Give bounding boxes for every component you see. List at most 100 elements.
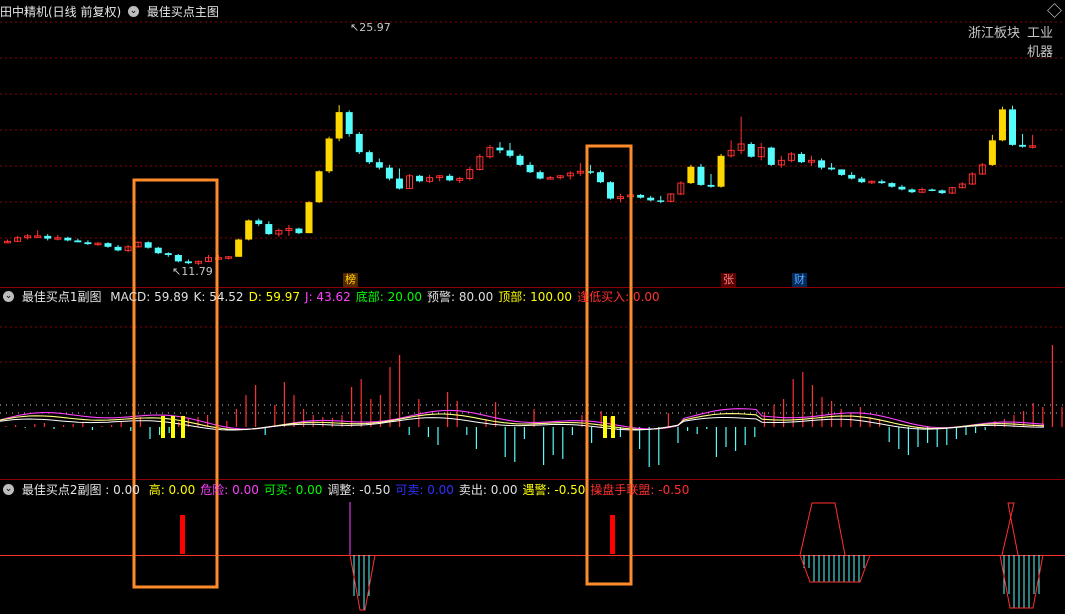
candle-body (64, 237, 72, 241)
candle-body (707, 184, 715, 187)
buy-signal-bar (171, 416, 175, 438)
chart-canvas[interactable] (0, 0, 1065, 614)
candle-body (265, 224, 273, 235)
sub2-legend-item: 卖出: 0.00 (458, 483, 518, 497)
candle-body (154, 247, 162, 254)
candle-body (496, 147, 504, 151)
candle-body (114, 246, 122, 251)
candle-body (898, 186, 906, 190)
event-tag-bang[interactable]: 榜 (343, 273, 358, 287)
candle-body (365, 152, 373, 163)
sub1-legend-item: K: 54.52 (193, 290, 244, 304)
candle-body (928, 189, 936, 191)
candle-body (828, 167, 836, 170)
candle-body (878, 181, 886, 184)
candle-body (908, 189, 916, 193)
candle-body (446, 175, 454, 181)
sub1-legend-item: 预警: 80.00 (427, 290, 494, 304)
candle-body (747, 143, 755, 157)
sub1-legend-item: 逢低买入: 0.00 (577, 290, 660, 304)
low-price-label: ↖11.79 (172, 265, 213, 278)
candle-body (295, 228, 303, 234)
sector-label-robot[interactable]: 工业机器 (1027, 22, 1065, 60)
candle-body (174, 254, 182, 262)
candle-body (717, 155, 725, 187)
highlight-box (585, 144, 633, 586)
sub1-indicator-name[interactable]: 最佳买点1副图 (22, 290, 102, 304)
candle-body (938, 190, 946, 194)
candle-body (536, 172, 544, 179)
candle-body (84, 242, 92, 245)
candle-body (988, 140, 996, 165)
sub2-legend-item: 可买: 0.00 (263, 483, 323, 497)
candle-body (818, 160, 826, 168)
main-chart-header: 田中精机(日线 前复权) ⌄ 最佳买点主图 (0, 3, 219, 21)
sub2-red-bar (180, 515, 185, 554)
sub1-legend-item: 顶部: 100.00 (498, 290, 573, 304)
event-tag-zhang[interactable]: 张 (721, 273, 736, 287)
sub2-legend-item: 遇警: -0.50 (522, 483, 586, 497)
candle-body (526, 164, 534, 173)
sub1-header: ⌄ 最佳买点1副图 MACD: 59.89 K: 54.52 D: 59.97 J: … (0, 288, 665, 306)
candle-body (1009, 109, 1016, 145)
event-tag-cai[interactable]: 财 (792, 273, 807, 287)
sub2-red-bar (610, 515, 615, 554)
candle-body (1019, 144, 1027, 147)
candle-body (385, 167, 393, 179)
candle-body (74, 240, 82, 243)
candle-body (355, 133, 363, 153)
candle-body (697, 166, 705, 185)
candle-body (848, 174, 856, 179)
chevron-down-icon[interactable]: ⌄ (3, 484, 14, 495)
chevron-down-icon[interactable]: ⌄ (3, 291, 14, 302)
sector-label-zhejiang[interactable]: 浙江板块 (968, 22, 1020, 41)
buy-signal-bar (161, 416, 165, 438)
candle-body (375, 162, 383, 168)
candle-body (184, 261, 192, 264)
candle-body (838, 169, 846, 175)
sub2-indicator-name[interactable]: 最佳买点2副图 : 0.00 (22, 483, 140, 497)
candle-body (44, 235, 52, 239)
sub2-header: ⌄ 最佳买点2副图 : 0.00 高: 0.00 危险: 0.00 可买: 0.00… (0, 481, 694, 499)
candle-body (998, 109, 1006, 141)
sub1-legend-item: MACD: 59.89 (110, 290, 189, 304)
high-price-label: ↖25.97 (350, 21, 391, 34)
candle-body (416, 175, 424, 182)
sub2-legend-item: 调整: -0.50 (327, 483, 391, 497)
candle-body (255, 220, 263, 225)
candle-body (637, 194, 645, 198)
buy-signal-bar (611, 416, 615, 438)
candle-body (888, 183, 896, 187)
sub2-legend-item: 高: 0.00 (148, 483, 196, 497)
candle-body (164, 253, 172, 255)
sub1-legend-item: D: 59.97 (248, 290, 301, 304)
candle-body (395, 178, 403, 189)
candle-body (305, 202, 313, 234)
sub2-legend-item: 可卖: 0.00 (395, 483, 454, 497)
candle-body (144, 242, 152, 248)
sub2-legend-item: 危险: 0.00 (200, 483, 259, 497)
candle-body (516, 155, 524, 165)
sub2-down-zone (999, 554, 1044, 609)
candle-body (657, 200, 665, 202)
candle-body (345, 112, 353, 134)
sub1-legend-item: 底部: 20.00 (355, 290, 422, 304)
buy-signal-bar (181, 416, 185, 438)
candle-body (315, 171, 323, 203)
candle-body (235, 239, 243, 257)
candle-body (607, 182, 614, 199)
candle-body (767, 147, 775, 165)
stock-title[interactable]: 田中精机(日线 前复权) (0, 5, 121, 19)
candle-body (335, 112, 343, 139)
sub2-up-zone (1001, 502, 1019, 556)
candle-body (647, 197, 655, 201)
sub2-legend-item: 操盘手联盟: -0.50 (590, 483, 690, 497)
candle-body (596, 172, 604, 183)
candle-body (325, 138, 333, 172)
main-indicator-name[interactable]: 最佳买点主图 (147, 5, 219, 19)
candle-body (858, 178, 866, 183)
candle-body (245, 220, 253, 240)
chevron-down-icon[interactable]: ⌄ (128, 6, 140, 17)
highlight-box (132, 178, 219, 589)
candle-body (797, 153, 805, 163)
